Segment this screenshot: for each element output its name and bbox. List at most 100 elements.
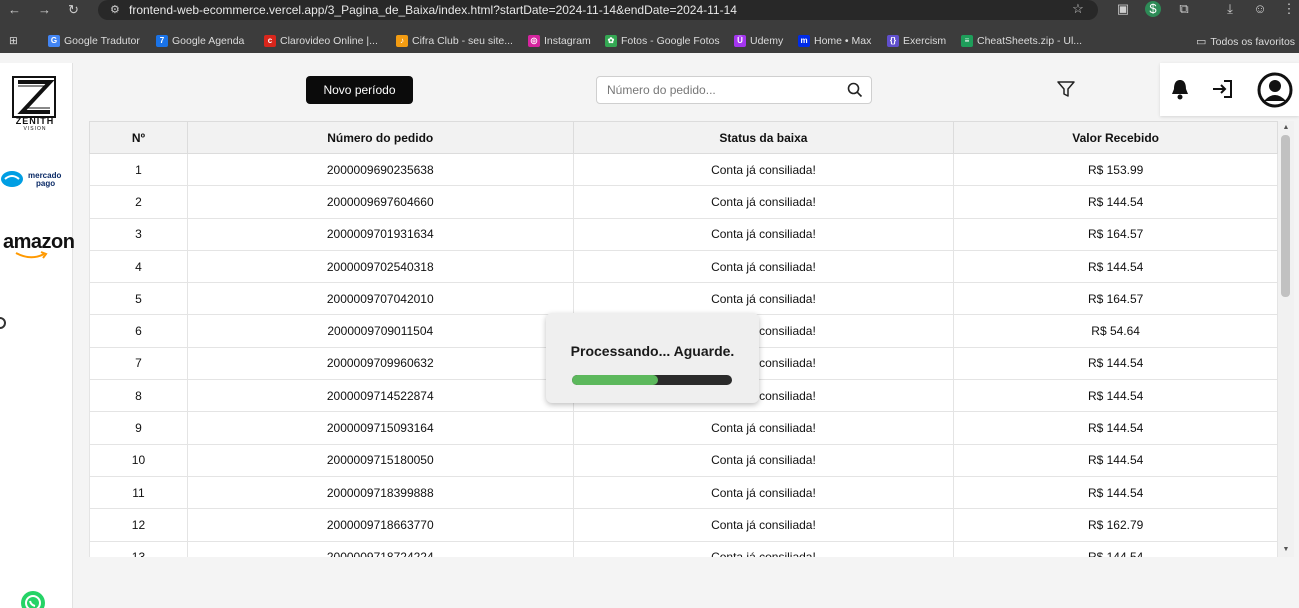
- cifraclub-icon: ♪: [396, 35, 408, 47]
- marketplace-icon[interactable]: [0, 317, 6, 329]
- cell-amount: R$ 54.64: [953, 314, 1278, 348]
- cell-amount: R$ 164.57: [953, 217, 1278, 251]
- cell-order-number: 2000009702540318: [186, 249, 574, 284]
- table-row[interactable]: 4 2000009702540318 Conta já consiliada! R$ …: [89, 249, 1278, 284]
- bookmark-item[interactable]: Ü Udemy: [734, 35, 783, 47]
- extension-icon[interactable]: ▣: [1115, 1, 1131, 17]
- cell-status: Conta já consiliada!: [572, 508, 955, 542]
- cell-index: 1: [89, 152, 188, 187]
- translate-icon: G: [48, 35, 60, 47]
- scroll-up-icon[interactable]: ▲: [1281, 123, 1291, 133]
- search-icon[interactable]: [847, 82, 863, 98]
- menu-icon[interactable]: ⋮: [1281, 1, 1297, 17]
- cell-order-number: 2000009714522874: [186, 379, 574, 413]
- user-panel: [1160, 63, 1299, 116]
- progress-bar: [572, 375, 732, 385]
- table-row[interactable]: 1 2000009690235638 Conta já consiliada! R$ …: [89, 152, 1278, 187]
- column-header-amount[interactable]: Valor Recebido: [953, 121, 1278, 154]
- bookmark-item[interactable]: c Clarovideo Online |...: [264, 35, 378, 47]
- whatsapp-icon[interactable]: [20, 590, 46, 608]
- folder-icon: ▭: [1196, 36, 1207, 48]
- bookmark-label: Fotos - Google Fotos: [621, 35, 720, 47]
- table-scrollbar[interactable]: ▲ ▼: [1278, 121, 1294, 557]
- cell-order-number: 2000009697604660: [186, 185, 574, 219]
- bookmark-label: Google Agenda: [172, 35, 245, 47]
- bell-icon[interactable]: [1170, 78, 1190, 100]
- cell-order-number: 2000009701931634: [186, 217, 574, 251]
- download-icon[interactable]: ⤓: [1222, 1, 1238, 17]
- browser-toolbar: ← → ↻ ⚙ frontend-web-ecommerce.vercel.ap…: [0, 0, 1299, 20]
- table-row[interactable]: 11 2000009718399888 Conta já consiliada! R$…: [89, 475, 1278, 510]
- scroll-down-icon[interactable]: ▼: [1281, 545, 1291, 555]
- max-icon: m: [798, 35, 810, 47]
- profile-icon[interactable]: ☺: [1252, 1, 1268, 17]
- processing-message: Processando... Aguarde.: [570, 343, 735, 359]
- cell-amount: R$ 144.54: [953, 249, 1278, 284]
- brand-subtitle: VISION: [23, 126, 47, 132]
- reload-icon[interactable]: ↻: [68, 2, 79, 18]
- cell-amount: R$ 153.99: [953, 152, 1278, 187]
- mercado-pago-logo[interactable]: mercado pago: [0, 168, 70, 190]
- instagram-icon: ◎: [528, 35, 540, 47]
- address-bar[interactable]: ⚙ frontend-web-ecommerce.vercel.app/3_Pa…: [98, 0, 1098, 20]
- bookmark-label: Exercism: [903, 35, 947, 47]
- table-row[interactable]: 2 2000009697604660 Conta já consiliada! R$ …: [89, 185, 1278, 219]
- logout-icon[interactable]: [1211, 78, 1235, 100]
- table-row[interactable]: 3 2000009701931634 Conta já consiliada! R$ …: [89, 217, 1278, 251]
- forward-icon[interactable]: →: [38, 2, 51, 17]
- cell-order-number: 2000009715093164: [186, 411, 574, 445]
- cell-status: Conta já consiliada!: [572, 411, 955, 445]
- clarovideo-icon: c: [264, 35, 276, 47]
- bookmark-item[interactable]: {} Exercism: [887, 35, 946, 47]
- cell-order-number: 2000009707042010: [186, 282, 574, 316]
- cheatsheets-icon: ≡: [961, 35, 973, 47]
- cell-amount: R$ 164.57: [953, 282, 1278, 316]
- column-header-order-number[interactable]: Número do pedido: [186, 121, 574, 154]
- table-row[interactable]: 9 2000009715093164 Conta já consiliada! R$ …: [89, 411, 1278, 445]
- table-row[interactable]: 132000009718724224Conta já consiliada!R$…: [89, 540, 1278, 557]
- table-header-row: Nº Número do pedido Status da baixa Valo…: [89, 121, 1278, 154]
- apps-icon[interactable]: ⊞: [9, 35, 18, 47]
- cell-index: 2: [89, 185, 188, 219]
- bookmark-item[interactable]: ◎ Instagram: [528, 35, 591, 47]
- star-icon[interactable]: ☆: [1070, 1, 1086, 17]
- bookmark-item[interactable]: G Google Tradutor: [48, 35, 140, 47]
- user-avatar-icon[interactable]: [1257, 72, 1293, 108]
- table-row[interactable]: 5 2000009707042010 Conta já consiliada! R$ …: [89, 282, 1278, 316]
- extension-icon[interactable]: $: [1145, 1, 1161, 17]
- cell-amount: R$ 162.79: [953, 508, 1278, 542]
- table-row[interactable]: 12 2000009718663770 Conta já consiliada! R$…: [89, 508, 1278, 542]
- cell-order-number: 2000009709960632: [186, 346, 574, 381]
- site-info-icon[interactable]: ⚙: [110, 3, 120, 16]
- order-search-input[interactable]: [607, 77, 837, 103]
- back-icon[interactable]: ←: [8, 2, 21, 17]
- table-row[interactable]: 10 2000009715180050 Conta já consiliada! R$…: [89, 443, 1278, 477]
- udemy-icon: Ü: [734, 35, 746, 47]
- column-header-index[interactable]: Nº: [89, 121, 188, 154]
- cell-index: 4: [89, 249, 188, 284]
- bookmark-item[interactable]: ♪ Cifra Club - seu site...: [396, 35, 513, 47]
- bookmark-label: Udemy: [750, 35, 784, 47]
- scroll-thumb[interactable]: [1281, 135, 1290, 297]
- cell-index: 11: [89, 475, 188, 510]
- column-header-status[interactable]: Status da baixa: [572, 121, 955, 154]
- cell-status: Conta já consiliada!: [572, 249, 955, 284]
- all-bookmarks-folder[interactable]: ▭ Todos os favoritos: [1196, 35, 1295, 49]
- cell-status: Conta já consiliada!: [572, 443, 955, 477]
- cell-index: 10: [89, 443, 188, 477]
- bookmark-item[interactable]: m Home • Max: [798, 35, 871, 47]
- extensions-icon[interactable]: ⧉: [1176, 1, 1192, 17]
- cell-index: 3: [89, 217, 188, 251]
- progress-fill: [572, 375, 659, 385]
- brand-name: ZENITH: [15, 116, 55, 126]
- svg-text:pago: pago: [36, 179, 55, 188]
- new-period-button[interactable]: Novo período: [306, 76, 413, 104]
- cell-index: 9: [89, 411, 188, 445]
- cell-order-number: 2000009690235638: [186, 152, 574, 187]
- filter-icon[interactable]: [1056, 79, 1076, 99]
- bookmark-item[interactable]: ≡ CheatSheets.zip - Ul...: [961, 35, 1082, 47]
- url-text: frontend-web-ecommerce.vercel.app/3_Pagi…: [129, 3, 737, 17]
- bookmark-item[interactable]: ✿ Fotos - Google Fotos: [605, 35, 720, 47]
- bookmark-item[interactable]: 7 Google Agenda: [156, 35, 244, 47]
- cell-status: Conta já consiliada!: [572, 185, 955, 219]
